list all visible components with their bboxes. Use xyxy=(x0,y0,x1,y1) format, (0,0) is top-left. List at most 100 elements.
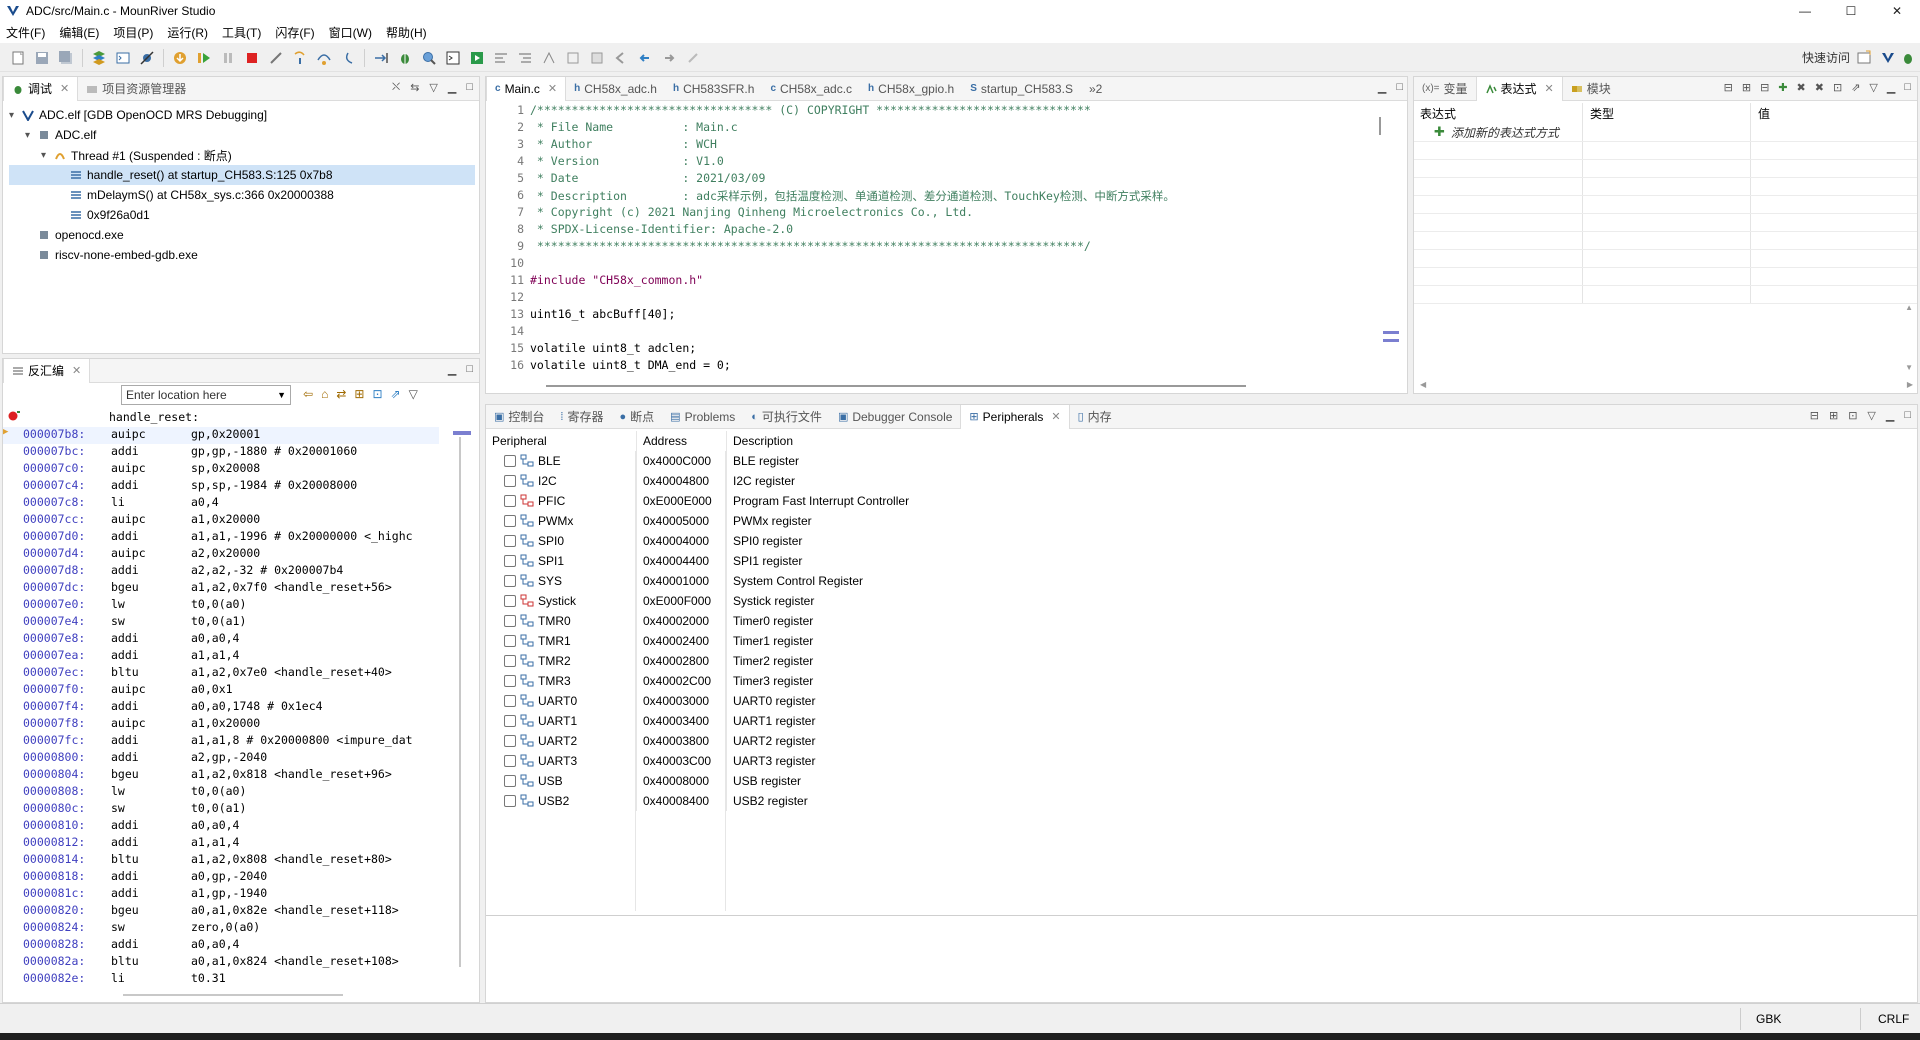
peripheral-row[interactable]: UART1 0x40003400 UART1 register xyxy=(486,711,1917,731)
code-line[interactable]: 16 volatile uint8_t DMA_end = 0; xyxy=(492,358,1369,375)
code-line[interactable]: 2 * File Name : Main.c xyxy=(492,120,1369,137)
vertical-scrollbar[interactable] xyxy=(1379,117,1381,135)
menu-run[interactable]: 运行(R) xyxy=(167,24,216,41)
view-menu-icon[interactable]: ▽ xyxy=(409,387,418,401)
code-line[interactable]: 14 xyxy=(492,324,1369,341)
disassembly-line[interactable]: 000007c0: auipc sp,0x20008 xyxy=(3,461,439,478)
peripheral-checkbox[interactable] xyxy=(504,635,516,647)
peripheral-row[interactable]: PWMx 0x40005000 PWMx register xyxy=(486,511,1917,531)
code-line[interactable]: 1 /********************************** (C)… xyxy=(492,103,1369,120)
code-line[interactable]: 7 * Copyright (c) 2021 Nanjing Qinheng M… xyxy=(492,205,1369,222)
peripheral-row[interactable]: TMR0 0x40002000 Timer0 register xyxy=(486,611,1917,631)
debug-tree-item[interactable]: 0x9f26a0d1 xyxy=(9,205,475,225)
peripheral-checkbox[interactable] xyxy=(504,675,516,687)
editor-tab[interactable]: c CH58x_adc.c xyxy=(762,77,860,101)
code-line[interactable]: 15 volatile uint8_t adclen; xyxy=(492,341,1369,358)
peripheral-row[interactable]: SPI0 0x40004000 SPI0 register xyxy=(486,531,1917,551)
view-menu-icon[interactable]: ▽ xyxy=(1867,409,1875,422)
link-editor-icon[interactable]: ⇆ xyxy=(410,81,419,94)
save-icon[interactable] xyxy=(34,50,50,66)
previous-edit-icon[interactable] xyxy=(637,50,653,66)
expand-all-icon[interactable]: ⊞ xyxy=(1829,409,1838,422)
remove-icon[interactable]: ✖ xyxy=(1797,81,1806,94)
close-button[interactable]: ✕ xyxy=(1874,0,1920,22)
disassembly-line[interactable]: 00000812: addi a1,a1,4 xyxy=(3,835,439,852)
menu-project[interactable]: 项目(P) xyxy=(113,24,161,41)
disassembly-line[interactable]: 000007d0: addi a1,a1,-1996 # 0x20000000 <_… xyxy=(3,529,439,546)
menu-help[interactable]: 帮助(H) xyxy=(386,24,435,41)
show-source-icon[interactable]: ⊞ xyxy=(354,387,364,401)
debug-tree-item[interactable]: ▾ ADC.elf xyxy=(9,125,475,145)
close-icon[interactable]: ✕ xyxy=(60,82,69,95)
peripheral-row[interactable]: Systick 0xE000F000 Systick register xyxy=(486,591,1917,611)
menu-window[interactable]: 窗口(W) xyxy=(329,24,380,41)
column-type[interactable]: 类型 xyxy=(1584,105,1752,122)
maximize-icon[interactable]: □ xyxy=(1904,81,1911,94)
peripheral-checkbox[interactable] xyxy=(504,475,516,487)
disassembly-line[interactable]: 000007dc: bgeu a1,a2,0x7f0 <handle_reset+5… xyxy=(3,580,439,597)
editor-tab[interactable]: c Main.c ✕ xyxy=(486,76,567,101)
disassembly-line[interactable]: 00000818: addi a0,gp,-2040 xyxy=(3,869,439,886)
run-icon[interactable] xyxy=(469,50,485,66)
bottom-tab[interactable]: ◐ 可执行文件 xyxy=(743,405,830,429)
peripheral-row[interactable]: UART0 0x40003000 UART0 register xyxy=(486,691,1917,711)
new-view-icon[interactable]: ⊡ xyxy=(372,387,382,401)
tab-variables[interactable]: (x)= 变量 xyxy=(1414,77,1476,101)
pin-view-icon[interactable]: ⇗ xyxy=(391,387,401,401)
expand-icon[interactable]: ▾ xyxy=(25,130,37,141)
close-icon[interactable]: ✕ xyxy=(548,82,557,95)
debug-tree-item[interactable]: ▾ ADC.elf [GDB OpenOCD MRS Debugging] xyxy=(9,105,475,125)
peripheral-row[interactable]: SPI1 0x40004400 SPI1 register xyxy=(486,551,1917,571)
align-left-icon[interactable] xyxy=(493,50,509,66)
horizontal-scrollbar[interactable] xyxy=(546,385,1246,387)
debug-perspective-icon[interactable] xyxy=(1900,50,1916,66)
bottom-tab[interactable]: ▤ Problems xyxy=(662,405,743,429)
peripheral-row[interactable]: PFIC 0xE000E000 Program Fast Interrupt Con… xyxy=(486,491,1917,511)
disassembly-line[interactable]: 000007bc: addi gp,gp,-1880 # 0x20001060 xyxy=(3,444,439,461)
outline-icon[interactable] xyxy=(565,50,581,66)
bottom-tab[interactable]: ⁞ 寄存器 xyxy=(552,405,611,429)
peripheral-checkbox[interactable] xyxy=(504,655,516,667)
debug-tree-item[interactable]: handle_reset() at startup_CH583.S:125 0x… xyxy=(9,165,475,185)
maximize-icon[interactable]: □ xyxy=(1904,409,1911,422)
add-expression-row[interactable]: ✚ 添加新的表达式方式 xyxy=(1414,123,1917,141)
disassembly-line[interactable]: 00000800: addi a2,gp,-2040 xyxy=(3,750,439,767)
back-icon[interactable] xyxy=(613,50,629,66)
disassembly-line[interactable]: 000007d4: auipc a2,0x20000 xyxy=(3,546,439,563)
show-type-names-icon[interactable]: ⊟ xyxy=(1724,81,1733,94)
scroll-right-icon[interactable]: ▶ xyxy=(1907,380,1913,389)
disassembly-line[interactable]: 000007e0: lw t0,0(a0) xyxy=(3,597,439,614)
disassembly-line[interactable]: 00000814: bltu a1,a2,0x808 <handle_reset+8… xyxy=(3,852,439,869)
bottom-tab[interactable]: ▯ 内存 xyxy=(1070,405,1120,429)
disassembly-line[interactable]: 000007d8: addi a2,a2,-32 # 0x200007b4 xyxy=(3,563,439,580)
add-icon[interactable]: ✚ xyxy=(1778,81,1787,94)
more-tabs-button[interactable]: »2 xyxy=(1081,77,1110,101)
view-menu-icon[interactable]: ▽ xyxy=(429,81,437,94)
disassembly-line[interactable]: 00000824: sw zero,0(a0) xyxy=(3,920,439,937)
refresh-icon[interactable]: ⊡ xyxy=(1848,409,1857,422)
peripheral-row[interactable]: TMR3 0x40002C00 Timer3 register xyxy=(486,671,1917,691)
editor-tab[interactable]: h CH58x_gpio.h xyxy=(860,77,962,101)
encoding-status[interactable]: GBK xyxy=(1756,1012,1781,1026)
disassembly-line[interactable]: 000007c4: addi sp,sp,-1984 # 0x20008000 xyxy=(3,478,439,495)
bottom-tab[interactable]: ● 断点 xyxy=(612,405,663,429)
column-value[interactable]: 值 xyxy=(1752,105,1770,122)
minimize-icon[interactable]: ▁ xyxy=(1886,409,1894,422)
editor-tab[interactable]: h CH58x_adc.h xyxy=(566,77,665,101)
disassembly-line[interactable]: 00000808: lw t0,0(a0) xyxy=(3,784,439,801)
step-into-icon[interactable] xyxy=(292,50,308,66)
search-icon[interactable] xyxy=(421,50,437,66)
debug-tree-item[interactable]: ▾ Thread #1 (Suspended : 断点) xyxy=(9,145,475,165)
peripheral-checkbox[interactable] xyxy=(504,735,516,747)
download-icon[interactable] xyxy=(172,50,188,66)
disassembly-line[interactable]: 00000820: bgeu a0,a1,0x82e <handle_reset+1… xyxy=(3,903,439,920)
peripheral-row[interactable]: UART2 0x40003800 UART2 register xyxy=(486,731,1917,751)
peripheral-row[interactable]: I2C 0x40004800 I2C register xyxy=(486,471,1917,491)
code-line[interactable]: 4 * Version : V1.0 xyxy=(492,154,1369,171)
step-return-icon[interactable] xyxy=(340,50,356,66)
tab-modules[interactable]: 模块 xyxy=(1563,77,1619,101)
horizontal-scrollbar[interactable] xyxy=(123,994,343,996)
editor-tab[interactable]: Sstartup_CH583.S xyxy=(962,77,1081,101)
collapse-all-icon[interactable]: ⊟ xyxy=(1760,81,1769,94)
expand-icon[interactable]: ▾ xyxy=(41,150,53,161)
